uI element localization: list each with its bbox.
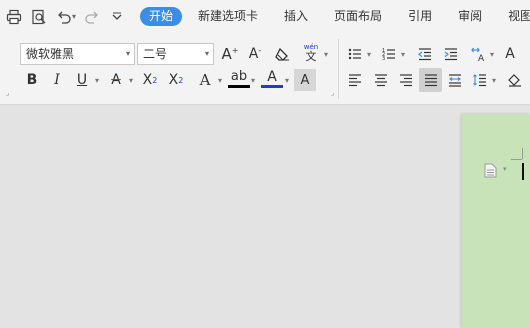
superscript-mark: 2 bbox=[152, 75, 158, 85]
svg-text:A: A bbox=[478, 54, 485, 62]
font-group-launcher-icon[interactable]: ⌟ bbox=[331, 89, 334, 97]
undo-dropdown-icon[interactable]: ▾ bbox=[72, 12, 76, 21]
bullet-list-dropdown-icon[interactable]: ▾ bbox=[364, 43, 374, 65]
text-effect-dropdown-icon[interactable]: ▾ bbox=[215, 69, 225, 91]
font-color-icon[interactable]: A bbox=[261, 68, 283, 88]
chevron-down-icon: ▾ bbox=[204, 49, 209, 58]
tab-home[interactable]: 开始 bbox=[140, 7, 183, 26]
quick-access-toolbar: ▾ bbox=[0, 0, 128, 33]
pinyin-dropdown-icon[interactable]: ▾ bbox=[321, 43, 331, 65]
group-divider bbox=[338, 39, 339, 99]
ribbon-tabs: 开始 新建选项卡 插入 页面布局 引用 审阅 视图 bbox=[140, 0, 530, 33]
shrink-font-icon[interactable]: A- bbox=[244, 43, 266, 65]
bullet-list-icon[interactable] bbox=[344, 43, 366, 65]
shading-fill-icon[interactable] bbox=[503, 69, 525, 91]
customize-toolbar-icon[interactable] bbox=[106, 6, 128, 28]
tab-review[interactable]: 审阅 bbox=[450, 7, 490, 26]
text-effect-icon[interactable]: A bbox=[194, 69, 216, 91]
character-shading-icon[interactable]: A bbox=[294, 69, 316, 91]
highlight-dropdown-icon[interactable]: ▾ bbox=[248, 69, 258, 91]
numbered-list-icon[interactable]: 123 bbox=[378, 43, 400, 65]
decrease-indent-icon[interactable] bbox=[414, 43, 436, 65]
grow-font-icon[interactable]: A + bbox=[219, 43, 241, 65]
align-center-icon[interactable] bbox=[370, 69, 392, 91]
redo-icon[interactable] bbox=[81, 6, 103, 28]
italic-icon[interactable]: I bbox=[46, 69, 68, 91]
strikethrough-icon[interactable]: A bbox=[105, 69, 127, 91]
shrink-font-glyph: A bbox=[248, 46, 259, 62]
page-corner-mark bbox=[522, 148, 523, 159]
print-icon[interactable] bbox=[3, 6, 25, 28]
text-cursor bbox=[522, 163, 524, 180]
document-workspace bbox=[0, 106, 530, 328]
superscript-base: X bbox=[142, 72, 153, 88]
superscript-icon[interactable]: X2 bbox=[139, 69, 161, 91]
bold-icon[interactable]: B bbox=[21, 69, 43, 91]
grow-font-glyph: A bbox=[221, 45, 232, 63]
distributed-align-icon[interactable] bbox=[444, 69, 466, 91]
paste-options-icon[interactable] bbox=[484, 163, 497, 178]
increase-indent-icon[interactable] bbox=[440, 43, 462, 65]
print-preview-icon[interactable] bbox=[28, 6, 50, 28]
text-direction-icon[interactable]: A bbox=[467, 43, 489, 65]
subscript-base: X bbox=[168, 72, 179, 88]
highlight-icon[interactable]: ab bbox=[228, 68, 250, 88]
justify-icon[interactable] bbox=[419, 68, 442, 92]
font-size-select[interactable]: 二号 ▾ bbox=[137, 43, 214, 65]
paste-options-dropdown-icon[interactable]: ▾ bbox=[503, 165, 507, 173]
clear-formatting-icon[interactable] bbox=[271, 43, 293, 65]
font-name-select[interactable]: 微软雅黑 ▾ bbox=[20, 43, 135, 65]
tab-new-tab[interactable]: 新建选项卡 bbox=[190, 7, 266, 26]
grow-font-mark: + bbox=[231, 45, 239, 55]
underline-dropdown-icon[interactable]: ▾ bbox=[92, 69, 102, 91]
font-color-dropdown-icon[interactable]: ▾ bbox=[282, 69, 292, 91]
home-ribbon: ⌟ 微软雅黑 ▾ 二号 ▾ A + A- wén 文 ▾ B I U ▾ A ▾ … bbox=[0, 33, 530, 105]
underline-icon[interactable]: U bbox=[71, 69, 93, 91]
tab-page-layout[interactable]: 页面布局 bbox=[326, 7, 390, 26]
pinyin-char: 文 bbox=[305, 50, 317, 63]
align-right-icon[interactable] bbox=[395, 69, 417, 91]
subscript-mark: 2 bbox=[178, 75, 184, 85]
tab-references[interactable]: 引用 bbox=[400, 7, 440, 26]
chevron-down-icon: ▾ bbox=[125, 49, 130, 58]
subscript-icon[interactable]: X2 bbox=[165, 69, 187, 91]
numbered-list-dropdown-icon[interactable]: ▾ bbox=[398, 43, 408, 65]
pinyin-guide-icon[interactable]: wén 文 bbox=[300, 42, 322, 64]
shrink-font-mark: - bbox=[258, 45, 262, 55]
line-spacing-dropdown-icon[interactable]: ▾ bbox=[489, 69, 499, 91]
svg-text:3: 3 bbox=[382, 56, 385, 62]
tab-view[interactable]: 视图 bbox=[500, 7, 530, 26]
page-corner-mark bbox=[511, 159, 522, 160]
line-spacing-icon[interactable] bbox=[469, 69, 491, 91]
ribbon-tab-bar: ▾ 开始 新建选项卡 插入 页面布局 引用 审阅 视图 bbox=[0, 0, 530, 33]
document-page[interactable] bbox=[462, 114, 530, 328]
align-left-icon[interactable] bbox=[344, 69, 366, 91]
font-name-value: 微软雅黑 bbox=[26, 47, 75, 61]
sort-icon[interactable]: A bbox=[499, 43, 521, 65]
tab-insert[interactable]: 插入 bbox=[276, 7, 316, 26]
strikethrough-dropdown-icon[interactable]: ▾ bbox=[126, 69, 136, 91]
clipboard-group-launcher-icon[interactable]: ⌟ bbox=[6, 89, 9, 97]
sort-glyph: A bbox=[505, 46, 515, 62]
text-direction-dropdown-icon[interactable]: ▾ bbox=[487, 43, 497, 65]
font-size-value: 二号 bbox=[143, 47, 168, 61]
